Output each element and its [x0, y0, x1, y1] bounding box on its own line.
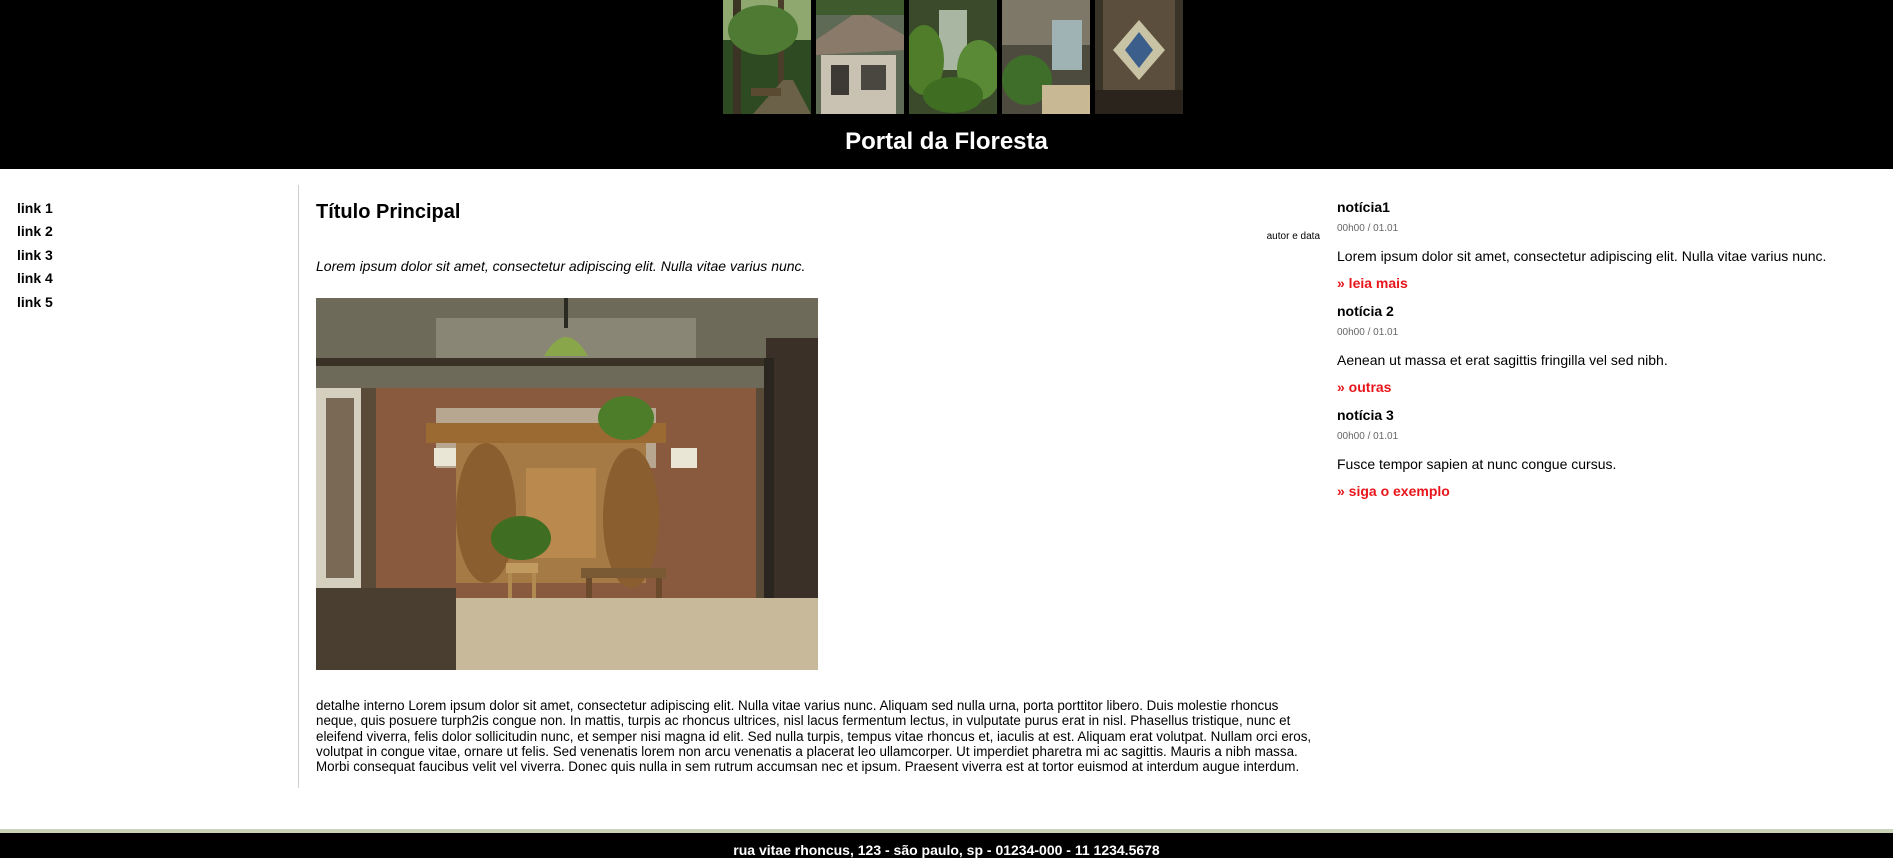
interior-photo — [1002, 0, 1090, 114]
news-date: 00h00 / 01.01 — [1337, 223, 1399, 234]
news-item: notícia 3 00h00 / 01.01 Fusce tempor sap… — [1337, 405, 1877, 500]
news-item: notícia1 00h00 / 01.01 Lorem ipsum dolor… — [1337, 197, 1877, 292]
news-text: Lorem ipsum dolor sit amet, consectetur … — [1337, 248, 1827, 264]
news-text: Aenean ut massa et erat sagittis fringil… — [1337, 352, 1668, 368]
news-title: notícia 3 — [1337, 407, 1394, 423]
left-nav: link 1 link 2 link 3 link 4 link 5 — [17, 197, 277, 314]
tile-wall-photo — [1095, 0, 1183, 114]
author-date: autor e data — [1266, 231, 1320, 242]
forest-path-photo — [723, 0, 811, 114]
article-body: detalhe interno Lorem ipsum dolor sit am… — [316, 698, 1312, 775]
column-divider — [298, 185, 299, 788]
news-title: notícia1 — [1337, 199, 1390, 215]
house-photo — [816, 0, 904, 114]
footer-address: rua vitae rhoncus, 123 - são paulo, sp -… — [733, 842, 1160, 858]
site-header: Portal da Floresta — [0, 0, 1893, 169]
article-title: Título Principal — [316, 201, 461, 223]
main-article: Título Principal autor e data Lorem ipsu… — [316, 197, 1320, 774]
article-photo — [316, 298, 818, 670]
news-sidebar: notícia1 00h00 / 01.01 Lorem ipsum dolor… — [1337, 197, 1877, 509]
article-lead: Lorem ipsum dolor sit amet, consectetur … — [316, 258, 806, 274]
nav-link-4[interactable]: link 4 — [17, 267, 277, 290]
follow-example-link[interactable]: » siga o exemplo — [1337, 482, 1877, 500]
nav-link-5[interactable]: link 5 — [17, 291, 277, 314]
nav-link-2[interactable]: link 2 — [17, 220, 277, 243]
site-footer: rua vitae rhoncus, 123 - são paulo, sp -… — [0, 833, 1893, 858]
nav-link-3[interactable]: link 3 — [17, 244, 277, 267]
news-date: 00h00 / 01.01 — [1337, 431, 1399, 442]
news-title: notícia 2 — [1337, 303, 1394, 319]
others-link[interactable]: » outras — [1337, 378, 1877, 396]
news-item: notícia 2 00h00 / 01.01 Aenean ut massa … — [1337, 301, 1877, 396]
read-more-link[interactable]: » leia mais — [1337, 274, 1877, 292]
news-date: 00h00 / 01.01 — [1337, 327, 1399, 338]
nav-link-1[interactable]: link 1 — [17, 197, 277, 220]
news-text: Fusce tempor sapien at nunc congue cursu… — [1337, 456, 1617, 472]
site-title: Portal da Floresta — [845, 128, 1048, 155]
garden-photo — [909, 0, 997, 114]
